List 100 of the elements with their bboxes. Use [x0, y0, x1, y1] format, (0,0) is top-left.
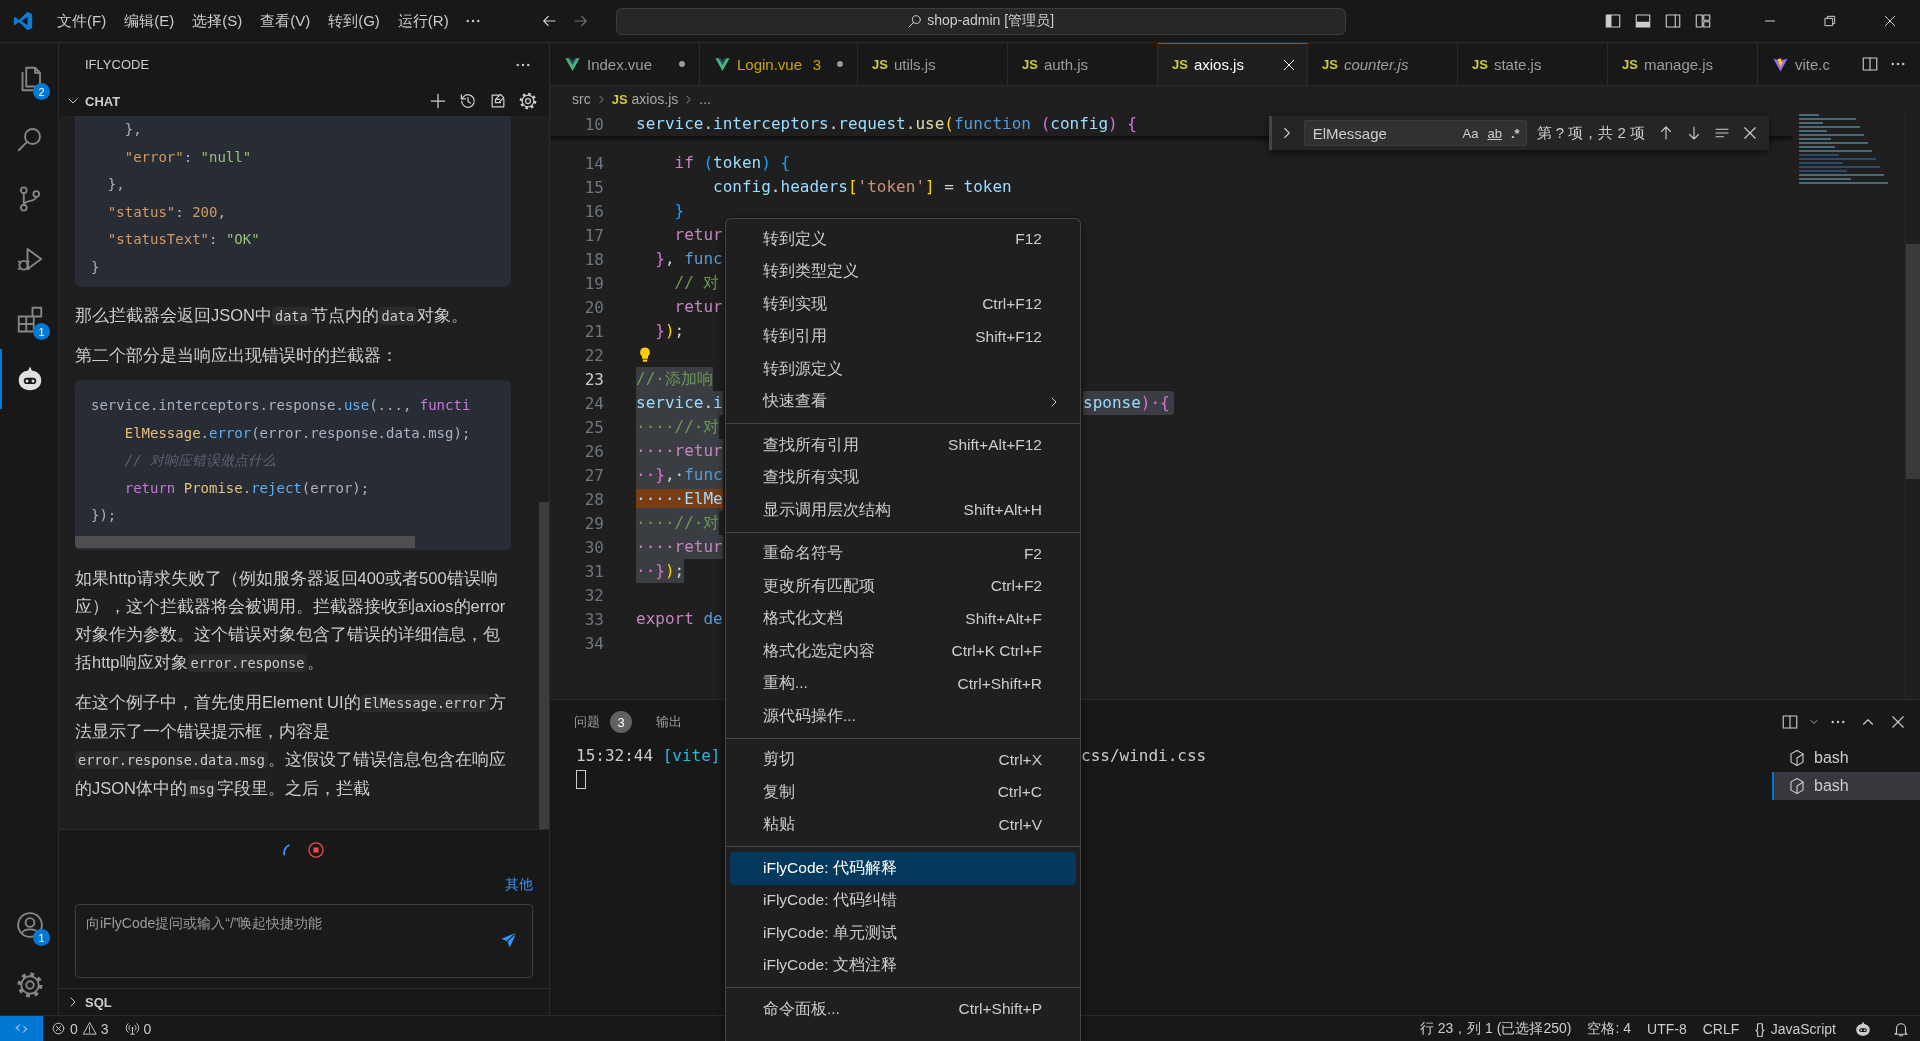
file-type-label: JS: [872, 56, 888, 72]
menu-item[interactable]: 选择(S): [185, 7, 250, 35]
tab-title: counter.js: [1343, 55, 1410, 73]
breadcrumb-item[interactable]: src: [572, 91, 591, 107]
breadcrumb-item[interactable]: axios.js: [631, 91, 679, 107]
menu-item[interactable]: 转到引用 Shift+F12: [730, 320, 1076, 353]
menu-item[interactable]: 显示调用层次结构 Shift+Alt+H: [730, 494, 1076, 527]
stop-icon[interactable]: [305, 840, 326, 860]
menu-item[interactable]: 转到定义 F12: [730, 223, 1076, 256]
menu-item[interactable]: 剪切 Ctrl+X: [730, 743, 1076, 776]
menu-item[interactable]: 查看(V): [253, 7, 318, 35]
menu-item[interactable]: 更改所有匹配项 Ctrl+F2: [730, 570, 1076, 603]
menu-item[interactable]: 运行(R): [390, 7, 456, 35]
menu-item[interactable]: 文件(F): [50, 7, 114, 35]
other-link[interactable]: 其他: [505, 876, 533, 894]
code-line: return Promise.reject(error);: [123, 478, 371, 498]
menu-item[interactable]: 源代码操作...: [730, 700, 1076, 733]
section-title[interactable]: CHAT: [85, 93, 121, 109]
tab-title: Index.vue: [587, 55, 654, 73]
menu-item[interactable]: 复制 Ctrl+C: [730, 776, 1076, 809]
menu-item[interactable]: 查找所有引用 Shift+Alt+F12: [730, 429, 1076, 462]
editor-tab[interactable]: JS utils.js: [858, 43, 1008, 85]
gear-icon[interactable]: [15, 970, 45, 1000]
code-line: "status": 200,: [106, 202, 227, 222]
tab-title: utils.js: [893, 55, 937, 73]
editor-tab[interactable]: JS counter.js: [1308, 43, 1458, 85]
antenna-icon: [124, 1021, 140, 1036]
terminal-list-item[interactable]: bash: [1772, 772, 1920, 800]
count-badge: 3: [610, 711, 632, 733]
menu-item[interactable]: 格式化选定内容 Ctrl+K Ctrl+F: [730, 635, 1076, 668]
editor-tab[interactable]: Index.vue: [550, 43, 700, 85]
menu-item[interactable]: 重构... Ctrl+Shift+R: [730, 667, 1076, 700]
find-option-toggle[interactable]: ab: [1485, 124, 1504, 142]
code-line: "statusText": "OK": [106, 230, 261, 249]
menu-item[interactable]: iFlyCode: 单元测试: [730, 917, 1076, 950]
scrollbar-thumb[interactable]: [539, 502, 549, 829]
menu-item[interactable]: 重命名符号 F2: [730, 537, 1076, 570]
find-option-toggle[interactable]: Aa: [1460, 124, 1481, 142]
menu-item[interactable]: 粘贴 Ctrl+V: [730, 808, 1076, 841]
ports-status[interactable]: 0: [116, 1020, 160, 1037]
terminal-text: 15:32:44 [vite]: [576, 746, 721, 765]
editor-tab[interactable]: JS manage.js: [1608, 43, 1758, 85]
tab-title: vite.c: [1795, 55, 1830, 73]
command-center-search[interactable]: shop-admin [管理员]: [615, 7, 1346, 35]
menu-item[interactable]: 编辑(E): [117, 7, 182, 35]
editor-tab[interactable]: Login.vue 3: [700, 43, 858, 85]
chat-paragraph: 那么拦截器会返回JSON中 data 节点内的 data 对象。: [75, 305, 470, 327]
menu-item[interactable]: iFlyCode: 代码解释: [730, 852, 1076, 885]
chat-input-field[interactable]: 向iFlyCode提问或输入“/”唤起快捷功能: [75, 904, 533, 978]
line-number: 10: [583, 114, 604, 134]
file-type-label: JS: [1622, 56, 1638, 72]
editor-tab[interactable]: JS axios.js: [1158, 43, 1308, 85]
breadcrumb-item[interactable]: ...: [699, 91, 711, 107]
status-item[interactable]: UTF-8: [1639, 1020, 1695, 1037]
code-line: // 对响应错误做点什么: [123, 451, 277, 470]
lightning-logo-icon: [1772, 55, 1789, 73]
tab-title: auth.js: [1043, 55, 1090, 73]
status-item[interactable]: {} JavaScript: [1747, 1020, 1844, 1037]
menu-item[interactable]: 转到(G): [321, 7, 387, 35]
problems-status[interactable]: 0 3: [43, 1020, 117, 1037]
panel-tab[interactable]: 输出: [656, 713, 682, 731]
panel-tab[interactable]: 问题 3: [574, 711, 632, 733]
code-line: });: [654, 320, 685, 342]
menu-item[interactable]: 查找所有实现: [730, 461, 1076, 494]
editor-tab[interactable]: vite.c: [1758, 43, 1840, 85]
code-line: if (token) {: [673, 152, 791, 174]
status-item[interactable]: 空格: 4: [1579, 1019, 1640, 1038]
menu-item[interactable]: 格式化文档 Shift+Alt+F: [730, 602, 1076, 635]
menu-item[interactable]: 转到类型定义: [730, 255, 1076, 288]
code-line: config.headers['token'] = token: [712, 176, 1012, 198]
menu-item[interactable]: 转到源定义: [730, 353, 1076, 386]
code-line: service.interceptors.request.use(function (config) {: [636, 113, 1137, 135]
sidebar-title: IFLYCODE: [85, 57, 151, 72]
code-line: },: [106, 175, 126, 194]
scrollbar-thumb[interactable]: [75, 535, 415, 548]
problem-count: 3: [812, 55, 821, 73]
find-field[interactable]: ElMessage Aa ab .*: [1303, 120, 1527, 146]
account-icon[interactable]: [15, 910, 45, 940]
status-item[interactable]: CRLF: [1694, 1020, 1748, 1037]
menu-item[interactable]: 快速查看: [730, 385, 1076, 418]
menu-item[interactable]: iFlyCode: 代码纠错: [730, 884, 1076, 917]
send-icon[interactable]: [499, 930, 519, 950]
file-type-label: JS: [1322, 56, 1338, 72]
line-number: 29: [583, 513, 604, 533]
file-type-label: JS: [611, 91, 628, 107]
line-number: 14: [583, 153, 604, 173]
remote-icon: [14, 1021, 29, 1036]
count-badge: 1: [33, 929, 50, 946]
status-item[interactable]: 行 23，列 1 (已选择250): [1411, 1019, 1580, 1038]
editor-tab[interactable]: JS state.js: [1458, 43, 1608, 85]
scrollbar-thumb[interactable]: [1906, 244, 1920, 479]
section-title[interactable]: SQL: [85, 994, 112, 1010]
extensions-icon[interactable]: [15, 304, 45, 334]
menu-item[interactable]: 转到实现 Ctrl+F12: [730, 288, 1076, 321]
find-option-toggle[interactable]: .*: [1508, 124, 1522, 142]
menu-item[interactable]: 命令面板... Ctrl+Shift+P: [730, 993, 1076, 1026]
terminal-list-item[interactable]: bash: [1772, 744, 1920, 772]
menu-item[interactable]: iFlyCode: 文档注释: [730, 949, 1076, 982]
match-count: 第 ? 项，共 2 项: [1536, 123, 1645, 143]
search-icon: [907, 13, 924, 29]
